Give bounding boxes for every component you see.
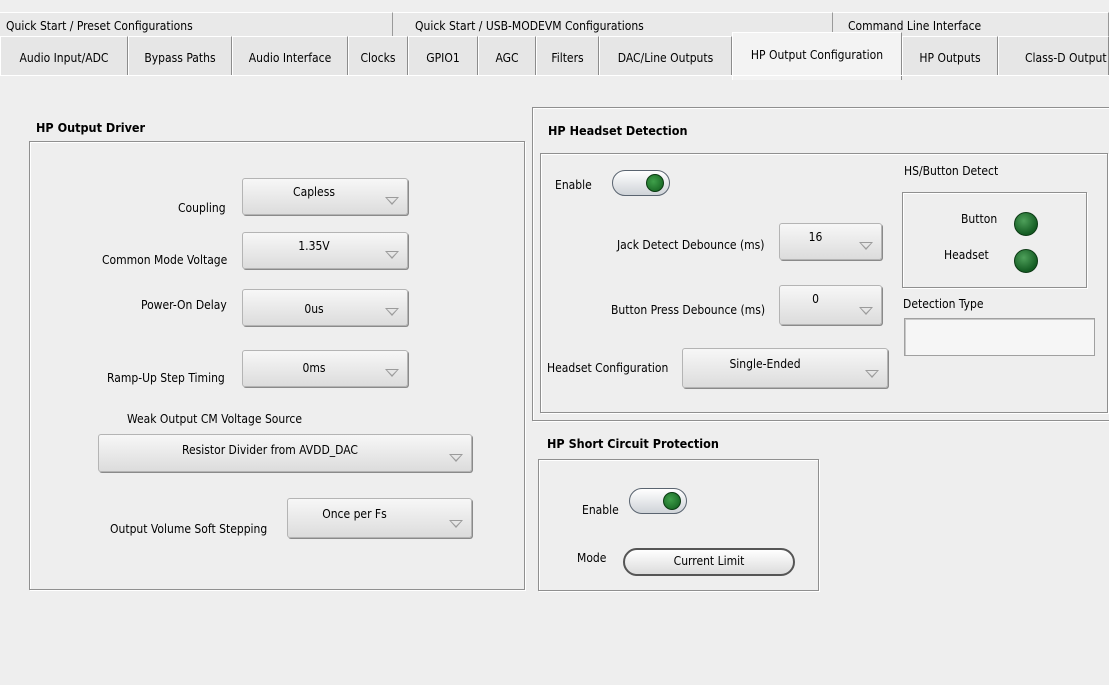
output-volume-soft-stepping-dropdown[interactable]: Once per Fs xyxy=(287,498,472,538)
chevron-down-icon xyxy=(385,308,399,316)
chevron-down-icon xyxy=(385,197,399,205)
button-press-debounce-value: 0 xyxy=(812,292,819,306)
short-circuit-mode-value: Current Limit xyxy=(673,554,745,568)
weak-cm-voltage-source-label: Weak Output CM Voltage Source xyxy=(127,412,303,426)
detection-type-display xyxy=(904,318,1095,356)
chevron-down-icon xyxy=(449,454,463,462)
jack-detect-debounce-label: Jack Detect Debounce (ms) xyxy=(617,238,765,252)
coupling-label: Coupling xyxy=(178,201,226,215)
common-mode-voltage-dropdown[interactable]: 1.35V xyxy=(242,232,408,269)
toggle-knob-icon xyxy=(663,492,681,510)
hp-headset-detection-title: HP Headset Detection xyxy=(548,123,688,138)
headset-enable-toggle[interactable] xyxy=(612,170,670,196)
coupling-dropdown[interactable]: Capless xyxy=(242,178,408,215)
headset-enable-label: Enable xyxy=(555,178,592,192)
chevron-down-icon xyxy=(859,242,873,250)
hp-short-circuit-title: HP Short Circuit Protection xyxy=(547,436,719,451)
hs-button-detect-label: HS/Button Detect xyxy=(904,164,999,178)
hp-output-driver-title: HP Output Driver xyxy=(36,120,146,135)
short-circuit-enable-label: Enable xyxy=(582,503,619,517)
headset-configuration-value: Single-Ended xyxy=(729,357,801,371)
button-led-label: Button xyxy=(961,212,998,226)
detection-type-label: Detection Type xyxy=(903,297,984,311)
tab-audio-input-adc[interactable]: Audio Input/ADC xyxy=(0,36,128,76)
tab-gpio1[interactable]: GPIO1 xyxy=(408,36,478,76)
power-on-delay-value: 0us xyxy=(304,302,324,316)
headset-led-indicator xyxy=(1014,249,1038,273)
button-press-debounce-dropdown[interactable]: 0 xyxy=(779,285,882,325)
coupling-value: Capless xyxy=(293,185,335,199)
tab-hp-outputs[interactable]: HP Outputs xyxy=(902,36,998,76)
tab-class-d-output[interactable]: Class-D Output xyxy=(998,36,1109,76)
ramp-up-step-timing-label: Ramp-Up Step Timing xyxy=(107,371,225,385)
tab-row-bottom: Audio Input/ADC Bypass Paths Audio Inter… xyxy=(0,32,1109,80)
chevron-down-icon xyxy=(859,307,873,315)
short-circuit-mode-label: Mode xyxy=(577,551,607,565)
output-volume-soft-stepping-label: Output Volume Soft Stepping xyxy=(110,522,268,536)
tab-separator xyxy=(0,75,1109,76)
tab-filters[interactable]: Filters xyxy=(536,36,599,76)
tab-row-top: Quick Start / Preset Configurations Quic… xyxy=(0,12,1109,36)
ramp-up-step-timing-dropdown[interactable]: 0ms xyxy=(242,350,408,387)
tab-quick-start-preset[interactable]: Quick Start / Preset Configurations xyxy=(0,12,393,36)
chevron-down-icon xyxy=(449,520,463,528)
jack-detect-debounce-value: 16 xyxy=(808,230,823,244)
toggle-knob-icon xyxy=(646,174,664,192)
hs-button-detect-box xyxy=(902,192,1087,288)
power-on-delay-label: Power-On Delay xyxy=(141,298,227,312)
tab-clocks[interactable]: Clocks xyxy=(348,36,408,76)
button-press-debounce-label: Button Press Debounce (ms) xyxy=(611,303,766,317)
headset-configuration-label: Headset Configuration xyxy=(547,361,669,375)
weak-cm-voltage-source-value: Resistor Divider from AVDD_DAC xyxy=(182,443,358,457)
headset-configuration-dropdown[interactable]: Single-Ended xyxy=(682,348,888,388)
ramp-up-step-timing-value: 0ms xyxy=(302,361,326,375)
button-led-indicator xyxy=(1014,212,1038,236)
chevron-down-icon xyxy=(865,370,879,378)
short-circuit-mode-button[interactable]: Current Limit xyxy=(623,548,795,576)
weak-cm-voltage-source-dropdown[interactable]: Resistor Divider from AVDD_DAC xyxy=(98,434,472,472)
tab-bypass-paths[interactable]: Bypass Paths xyxy=(128,36,232,76)
jack-detect-debounce-dropdown[interactable]: 16 xyxy=(779,223,882,260)
tab-agc[interactable]: AGC xyxy=(478,36,536,76)
headset-led-label: Headset xyxy=(944,248,989,262)
power-on-delay-dropdown[interactable]: 0us xyxy=(242,289,408,326)
common-mode-voltage-label: Common Mode Voltage xyxy=(102,253,228,267)
tab-audio-interface[interactable]: Audio Interface xyxy=(232,36,348,76)
common-mode-voltage-value: 1.35V xyxy=(298,239,330,253)
short-circuit-enable-toggle[interactable] xyxy=(629,488,687,514)
chevron-down-icon xyxy=(385,251,399,259)
tab-dac-line-outputs[interactable]: DAC/Line Outputs xyxy=(599,36,732,76)
chevron-down-icon xyxy=(385,369,399,377)
tab-hp-output-configuration[interactable]: HP Output Configuration xyxy=(732,32,902,80)
output-volume-soft-stepping-value: Once per Fs xyxy=(322,507,387,521)
